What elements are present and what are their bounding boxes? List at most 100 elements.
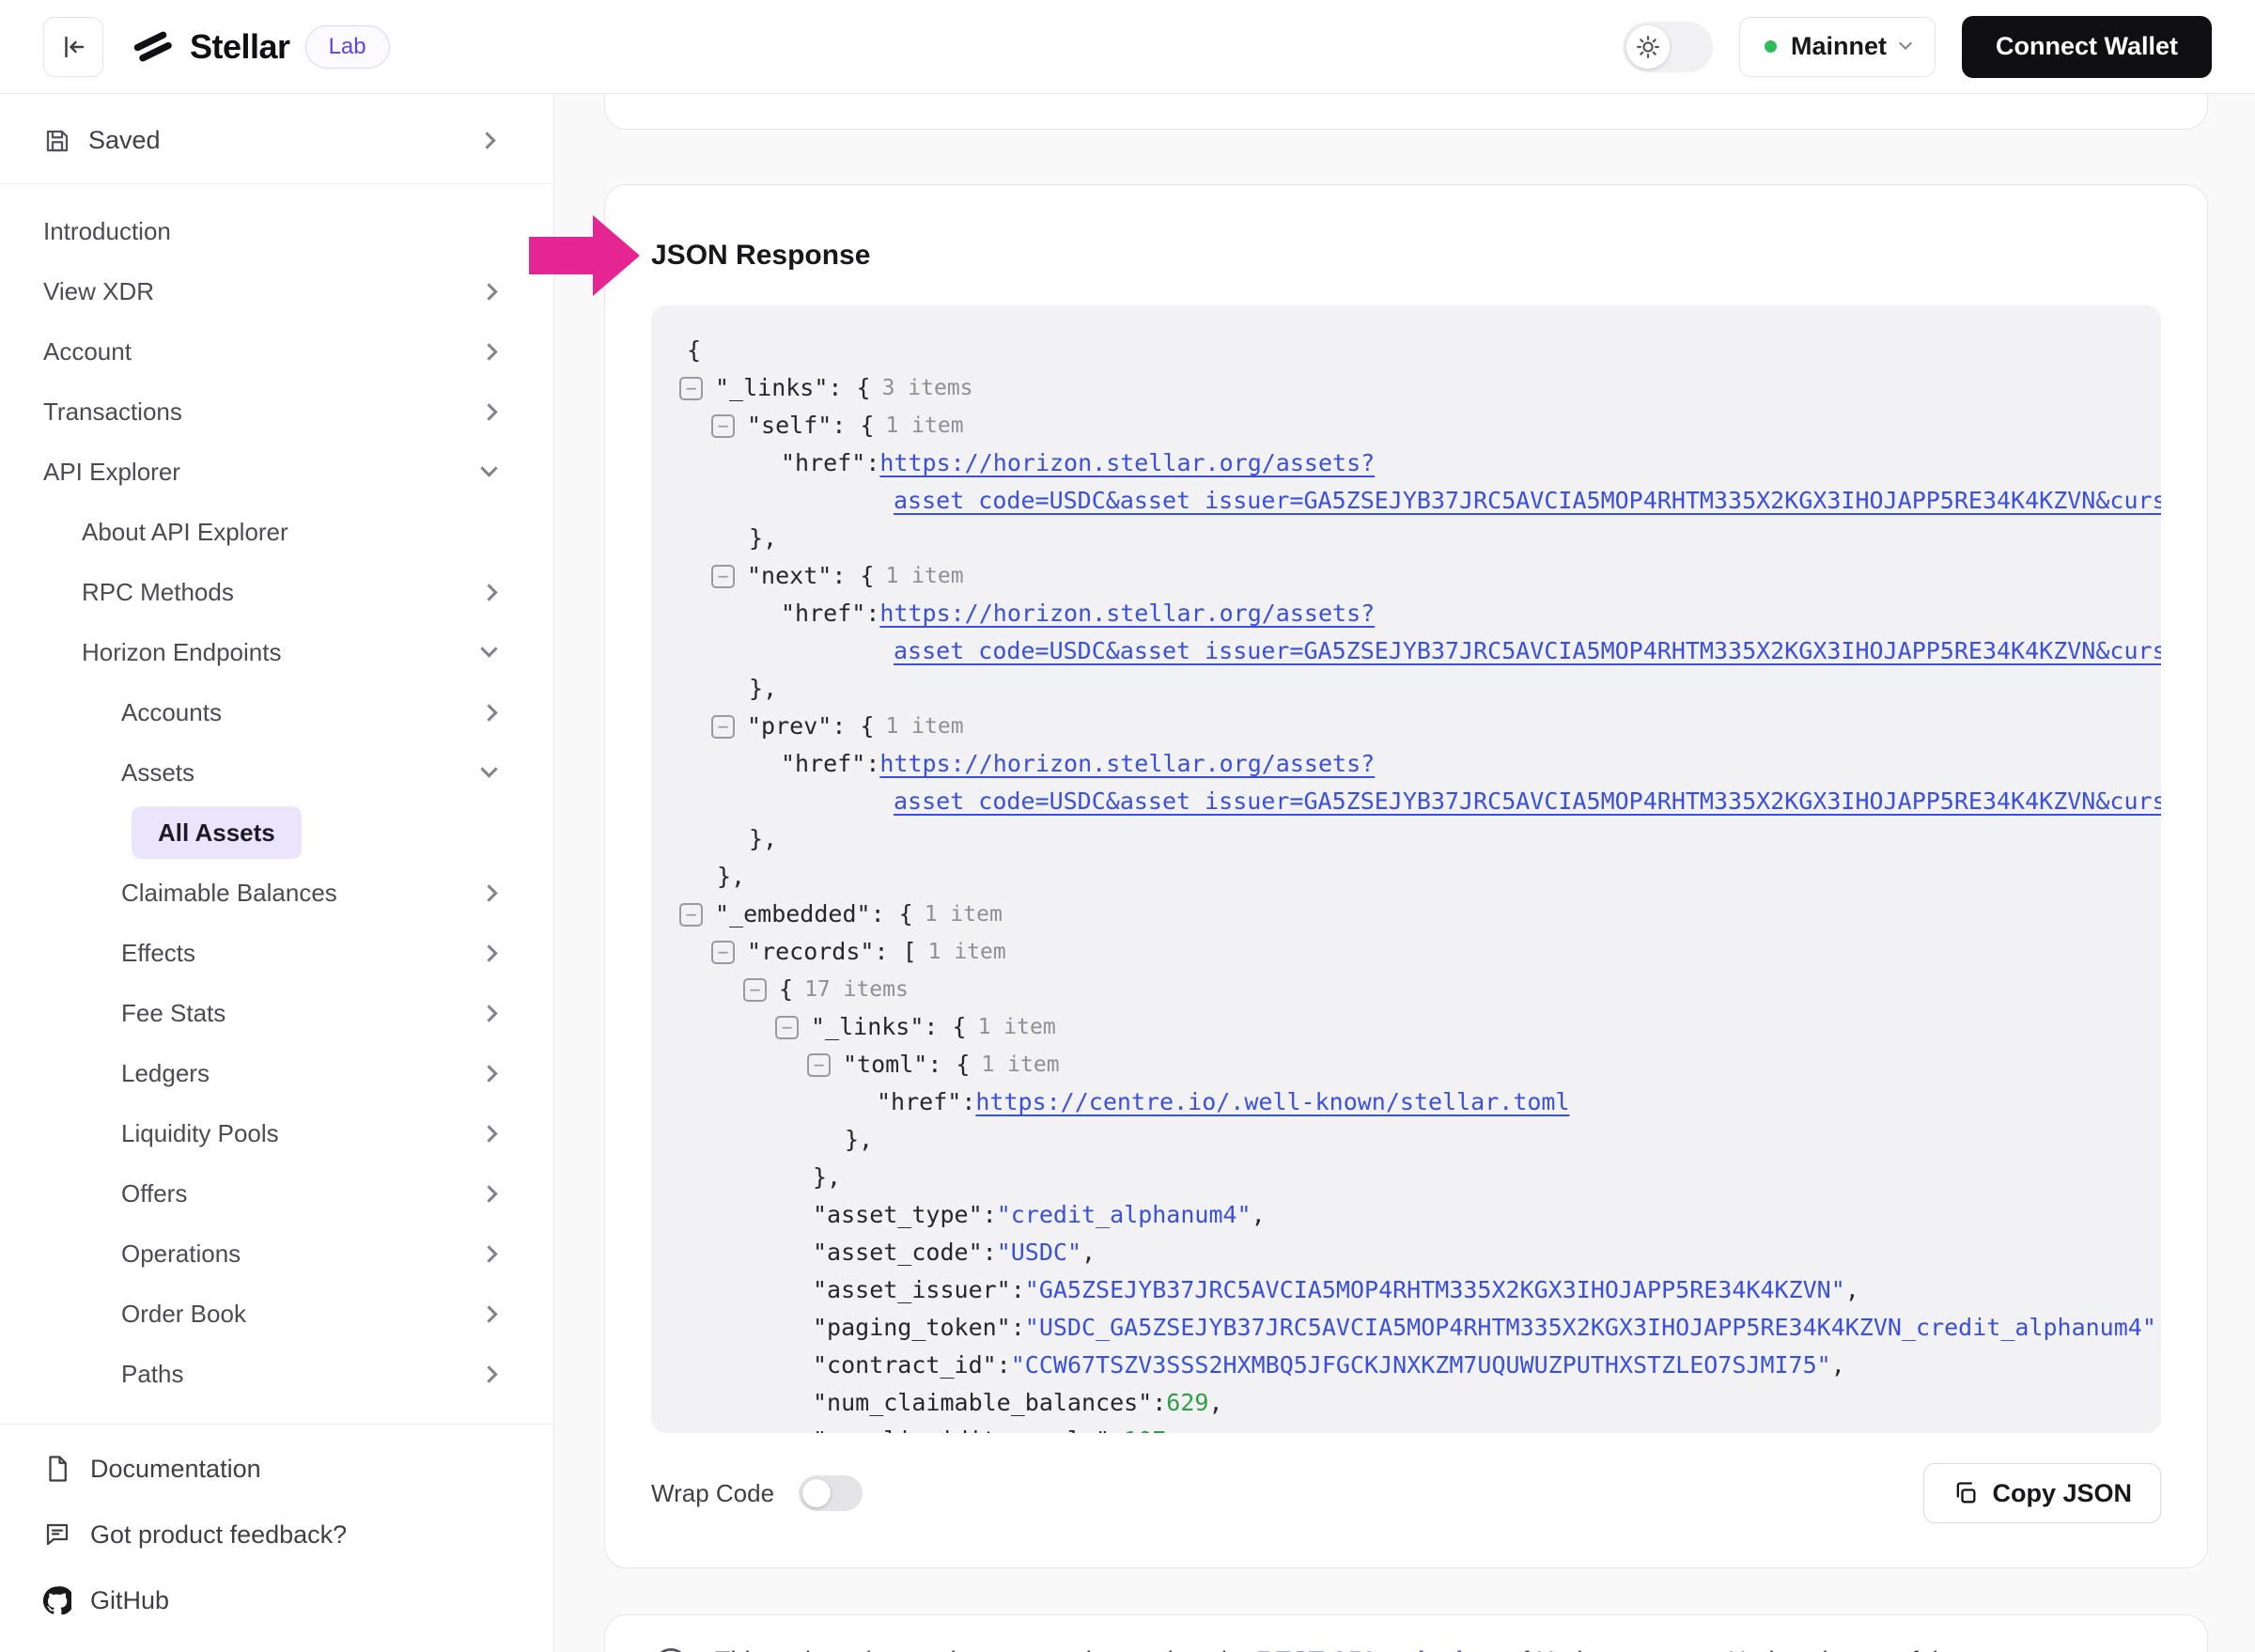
sidebar-item-view-xdr[interactable]: View XDR [0,261,553,321]
info-text-prefix: This tool can be used to run queries aga… [715,1646,1256,1652]
sidebar-item-liquidity-pools[interactable]: Liquidity Pools [0,1103,553,1163]
sidebar-item-account[interactable]: Account [0,321,553,382]
sidebar-item-label: Horizon Endpoints [82,638,281,667]
json-punct: : { [832,708,874,745]
network-label: Mainnet [1791,32,1887,61]
sidebar-item-feedback[interactable]: Got product feedback? [43,1502,510,1567]
sidebar-item-rpc-methods[interactable]: RPC Methods [0,562,553,622]
json-key: "href" [781,595,865,632]
connect-wallet-button[interactable]: Connect Wallet [1962,16,2212,78]
copy-json-button[interactable]: Copy JSON [1923,1463,2161,1523]
collapse-toggle-icon[interactable]: − [679,903,703,927]
json-key: "href" [781,444,865,482]
stellar-logo[interactable]: Stellar [132,25,290,69]
json-item-count: 1 item [925,896,1003,933]
json-key: "next" [747,557,832,595]
network-select[interactable]: Mainnet [1739,17,1936,77]
json-item-count: 1 item [981,1046,1059,1083]
sidebar-item-order-book[interactable]: Order Book [0,1284,553,1344]
json-punct: : [1011,1271,1025,1309]
collapse-toggle-icon[interactable]: − [679,377,703,400]
json-line: "href": https://centre.io/.well-known/st… [679,1083,2133,1121]
sidebar-nav: Introduction View XDRAccount Transactions A… [0,184,553,1424]
json-string: "GA5ZSEJYB37JRC5AVCIA5MOP4RHTM335X2KGX3I… [1025,1271,1845,1309]
sidebar-item-introduction[interactable]: Introduction [0,201,553,261]
json-link[interactable]: https://horizon.stellar.org/assets? [879,444,1375,482]
save-icon [43,127,71,155]
chevron-right-icon [480,1305,497,1322]
json-link[interactable]: asset_code=USDC&asset_issuer=GA5ZSEJYB37… [894,632,2161,670]
sidebar-item-assets[interactable]: Assets [0,742,553,803]
sidebar-item-claimable-balances[interactable]: Claimable Balances [0,863,553,923]
chevron-right-icon [480,1125,497,1142]
chevron-right-icon [480,1185,497,1202]
json-punct: , [1831,1347,1845,1384]
json-punct: : [1152,1384,1166,1422]
json-line: { [679,332,2133,369]
json-string: "CCW67TSZV3SSS2HXMBQ5JFGCKJNXKZM7UQUWUZP… [1011,1347,1831,1384]
sidebar-item-saved[interactable]: Saved [0,94,553,184]
collapse-toggle-icon[interactable]: − [711,414,735,438]
collapse-toggle-icon[interactable]: − [807,1053,831,1077]
sidebar-item-label: Transactions [43,397,182,427]
sidebar-item-label: Introduction [43,217,171,246]
saved-label: Saved [88,126,161,155]
sidebar-item-github[interactable]: GitHub [43,1567,510,1633]
collapse-toggle-icon[interactable]: − [711,565,735,588]
collapse-sidebar-button[interactable] [43,17,103,77]
sidebar-item-label: About API Explorer [82,518,288,547]
json-punct: : [1110,1422,1124,1433]
json-link[interactable]: https://horizon.stellar.org/assets? [879,745,1375,783]
chevron-right-icon [480,704,497,721]
copy-json-label: Copy JSON [1992,1479,2132,1508]
collapse-toggle-icon[interactable]: − [743,978,767,1002]
sidebar-item-ledgers[interactable]: Ledgers [0,1043,553,1103]
json-item-count: 1 item [885,557,963,595]
rest-api-endpoints-link[interactable]: REST API endpoints [1256,1646,1501,1652]
json-link[interactable]: https://centre.io/.well-known/stellar.to… [975,1083,1569,1121]
theme-toggle[interactable] [1623,22,1713,72]
sidebar-item-fee-stats[interactable]: Fee Stats [0,983,553,1043]
footer-label: Got product feedback? [90,1520,347,1550]
json-line: −"prev": {1 item [679,708,2133,745]
footer-label: Documentation [90,1455,261,1484]
collapse-toggle-icon[interactable]: − [775,1016,799,1039]
sidebar-item-offers[interactable]: Offers [0,1163,553,1223]
json-link[interactable]: asset_code=USDC&asset_issuer=GA5ZSEJYB37… [894,783,2161,820]
json-punct: : { [832,407,874,444]
chevron-right-icon [480,1005,497,1021]
sidebar-item-operations[interactable]: Operations [0,1223,553,1284]
github-icon [43,1586,71,1614]
sidebar-item-all-assets[interactable]: All Assets [0,803,553,863]
sidebar-item-accounts[interactable]: Accounts [0,682,553,742]
json-viewer[interactable]: {−"_links": {3 items−"self": {1 item"hre… [651,305,2161,1433]
json-link[interactable]: https://horizon.stellar.org/assets? [879,595,1375,632]
json-link[interactable]: asset_code=USDC&asset_issuer=GA5ZSEJYB37… [894,482,2161,520]
json-line: "num_claimable_balances": 629, [679,1384,2133,1422]
json-line: −"_embedded": {1 item [679,896,2133,933]
sidebar-item-label: Fee Stats [121,999,226,1028]
sidebar-item-horizon-endpoints[interactable]: Horizon Endpoints [0,622,553,682]
sidebar-item-label: Claimable Balances [121,879,337,908]
sidebar-item-about-api-explorer[interactable]: About API Explorer [0,502,553,562]
sidebar-item-documentation[interactable]: Documentation [43,1436,510,1502]
collapse-toggle-icon[interactable]: − [711,715,735,739]
sidebar-item-label: Paths [121,1360,184,1389]
json-line: }, [679,670,2133,708]
chevron-right-icon [480,884,497,901]
chevron-down-icon [1899,37,1912,50]
json-punct: : { [832,557,874,595]
sidebar-item-transactions[interactable]: Transactions [0,382,553,442]
wrap-code-toggle[interactable] [799,1475,863,1511]
sidebar-item-label: Order Book [121,1300,246,1329]
sidebar-item-paths[interactable]: Paths [0,1344,553,1404]
sidebar-item-effects[interactable]: Effects [0,923,553,983]
json-punct: { [779,971,793,1008]
sidebar-item-label: Accounts [121,698,222,727]
sidebar-item-label: Operations [121,1239,241,1269]
collapse-toggle-icon[interactable]: − [711,941,735,964]
json-key: "_embedded" [715,896,871,933]
json-punct: { [687,332,701,369]
sidebar-item-api-explorer[interactable]: API Explorer [0,442,553,502]
json-punct: : [ [874,933,916,971]
